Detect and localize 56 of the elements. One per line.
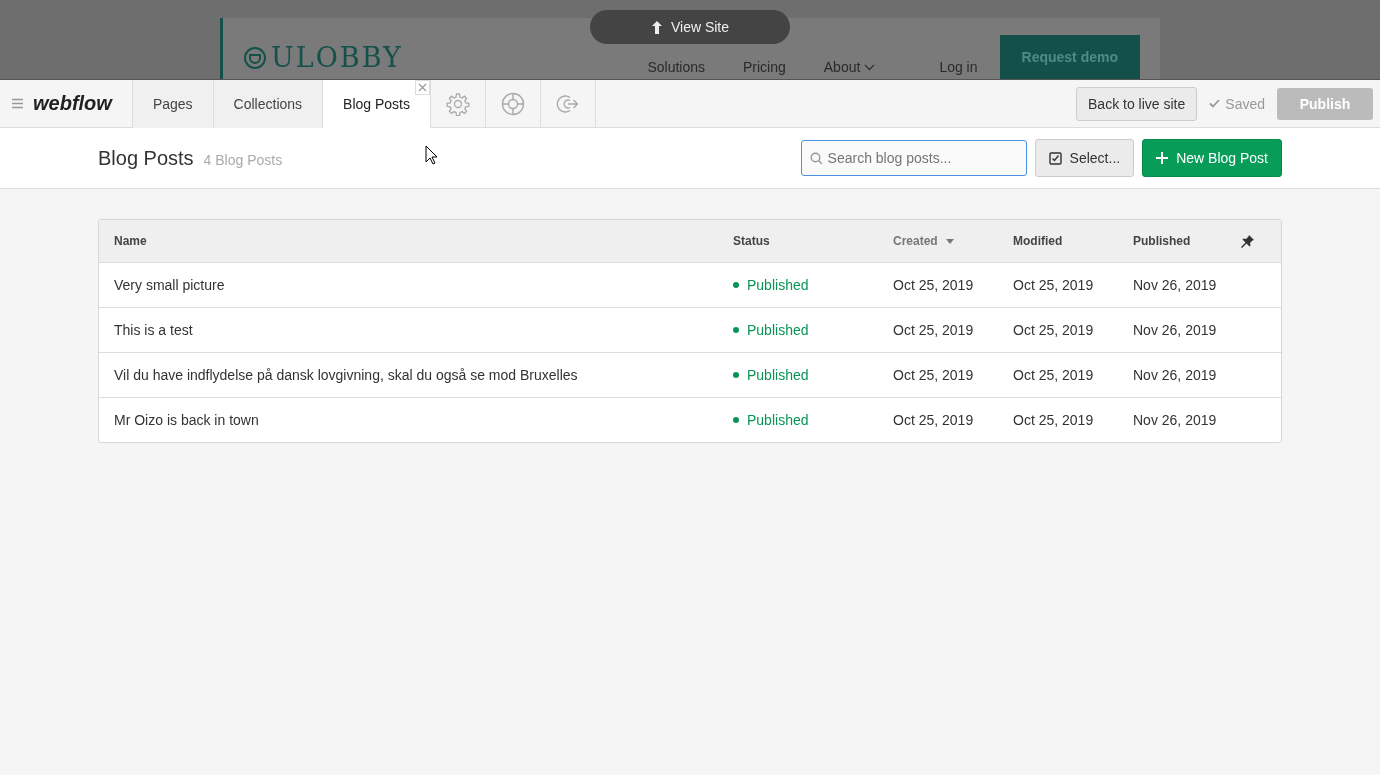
back-to-live-site-button[interactable]: Back to live site xyxy=(1076,86,1198,121)
search-field[interactable]: Search blog posts... xyxy=(800,140,1027,176)
plus-icon xyxy=(1156,152,1169,164)
modified-date: Oct 25, 2019 xyxy=(1013,367,1095,383)
column-header[interactable]: Modified xyxy=(1013,234,1133,248)
modified-date: Oct 25, 2019 xyxy=(1013,322,1095,338)
status-label: Published xyxy=(747,322,809,338)
search-icon xyxy=(809,152,823,165)
table-row[interactable]: This is a test Published Oct 25, 2019 Oct 25, 2019 Nov 26, 2019 xyxy=(99,307,1281,352)
post-name: Mr Oizo is back in town xyxy=(114,412,260,428)
column-header[interactable]: Created xyxy=(893,234,1013,248)
published-date: Nov 26, 2019 xyxy=(1133,412,1218,428)
status-label: Published xyxy=(747,367,809,383)
published-date: Nov 26, 2019 xyxy=(1133,367,1218,383)
sort-caret-icon xyxy=(945,238,954,244)
cursor-icon xyxy=(425,145,438,165)
table-row[interactable]: Very small picture Published Oct 25, 2019 Oct 25, 2019 Nov 26, 2019 xyxy=(99,262,1281,307)
nav-tab[interactable]: Collections xyxy=(213,80,324,128)
nav-tab[interactable]: Pages xyxy=(132,80,214,128)
arrow-up-icon xyxy=(650,20,663,34)
column-header[interactable]: Name xyxy=(114,234,733,248)
post-name: This is a test xyxy=(114,322,194,338)
nav-tab[interactable]: Blog Posts xyxy=(323,80,431,128)
published-date: Nov 26, 2019 xyxy=(1133,277,1218,293)
saved-label: Saved xyxy=(1225,95,1265,112)
post-name: Very small picture xyxy=(114,277,226,293)
close-icon[interactable] xyxy=(415,80,430,95)
modified-date: Oct 25, 2019 xyxy=(1013,277,1095,293)
post-name: Vil du have indflydelse på dansk lovgivning, skal du også se mod Bruxelles xyxy=(114,367,579,383)
chevron-icon xyxy=(864,63,876,71)
column-header[interactable]: Published xyxy=(1133,234,1241,248)
lifebuoy-icon[interactable] xyxy=(501,91,525,116)
published-date: Nov 26, 2019 xyxy=(1133,322,1218,338)
status-label: Published xyxy=(747,277,809,293)
select-button[interactable]: Select... xyxy=(1034,139,1135,177)
new-blog-post-button[interactable]: New Blog Post xyxy=(1142,139,1282,177)
post-count: 4 Blog Posts xyxy=(203,152,283,168)
created-date: Oct 25, 2019 xyxy=(893,277,975,293)
menu-icon[interactable] xyxy=(12,98,23,109)
page-title: Blog Posts xyxy=(98,146,194,170)
created-date: Oct 25, 2019 xyxy=(893,367,975,383)
brand-logo: webflow xyxy=(33,92,112,115)
pin-icon[interactable] xyxy=(1241,234,1254,248)
table-row[interactable]: Vil du have indflydelse på dansk lovgivning, skal du også se mod Bruxelles Published Oct 25, 2019 Oct 25, 2019 Nov 26, 2019 xyxy=(99,352,1281,397)
status-label: Published xyxy=(747,412,809,428)
modified-date: Oct 25, 2019 xyxy=(1013,412,1095,428)
check-icon xyxy=(1209,99,1221,108)
created-date: Oct 25, 2019 xyxy=(893,412,975,428)
checkbox-icon xyxy=(1048,151,1062,165)
column-header[interactable]: Status xyxy=(733,234,893,248)
view-site-button[interactable]: View Site xyxy=(590,10,790,44)
gear-icon[interactable] xyxy=(446,91,470,116)
table-row[interactable]: Mr Oizo is back in town Published Oct 25, 2019 Oct 25, 2019 Nov 26, 2019 xyxy=(99,397,1281,442)
logo-icon xyxy=(243,45,267,70)
site-logo: ULOBBY xyxy=(271,44,403,71)
created-date: Oct 25, 2019 xyxy=(893,322,975,338)
